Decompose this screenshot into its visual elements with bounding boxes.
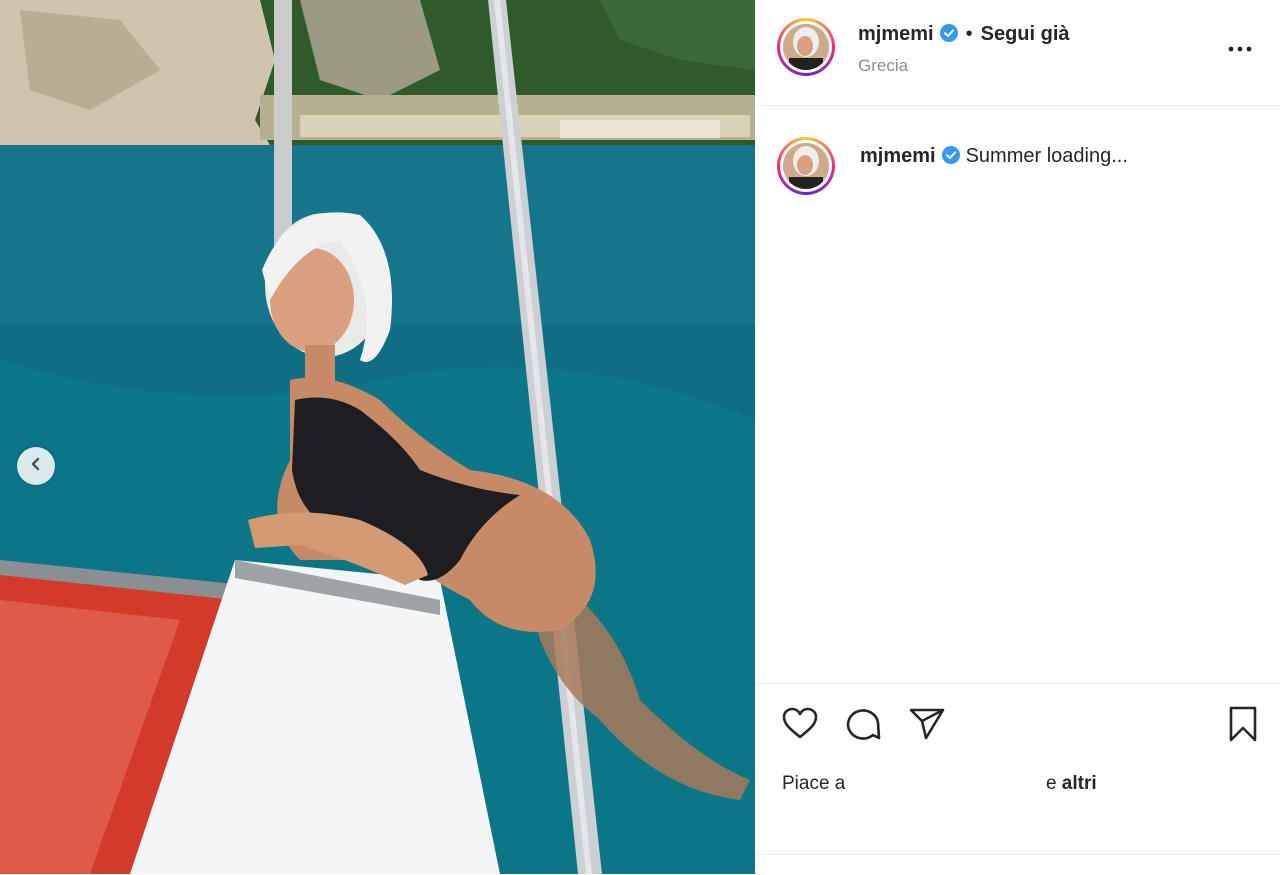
post-side-panel: mjmemi • Segui già Grecia mjmemi Summer loa… bbox=[755, 0, 1280, 874]
like-button[interactable] bbox=[780, 704, 820, 744]
post-header: mjmemi • Segui già Grecia bbox=[755, 0, 1280, 106]
bookmark-icon bbox=[1223, 706, 1263, 748]
likes-middle: e bbox=[1045, 773, 1057, 794]
follow-status-button[interactable]: Segui già bbox=[981, 23, 1070, 45]
verified-badge-icon bbox=[939, 24, 958, 42]
heart-icon bbox=[780, 707, 820, 748]
more-options-icon bbox=[1225, 46, 1255, 66]
post-actions: Piace a e altri bbox=[755, 683, 1280, 875]
photo-image bbox=[0, 0, 755, 874]
previous-image-button[interactable] bbox=[17, 447, 55, 485]
avatar bbox=[783, 24, 829, 70]
separator-dot: • bbox=[965, 23, 973, 45]
chevron-left-icon bbox=[29, 457, 43, 476]
save-button[interactable] bbox=[1223, 704, 1263, 744]
more-options-button[interactable] bbox=[1225, 32, 1255, 62]
likes-prefix: Piace a bbox=[782, 773, 846, 794]
avatar bbox=[783, 143, 829, 189]
likes-others-link[interactable]: altri bbox=[1062, 773, 1097, 794]
caption-avatar[interactable] bbox=[777, 137, 835, 195]
author-username[interactable]: mjmemi bbox=[858, 23, 934, 45]
verified-badge-icon bbox=[941, 146, 960, 164]
likes-summary[interactable]: Piace a e altri bbox=[782, 773, 1097, 795]
comment-button[interactable] bbox=[844, 704, 884, 744]
share-icon bbox=[907, 708, 947, 748]
share-button[interactable] bbox=[907, 704, 947, 744]
comment-icon bbox=[844, 709, 884, 748]
post-location[interactable]: Grecia bbox=[858, 56, 908, 76]
caption-text: Summer loading... bbox=[965, 145, 1128, 167]
author-avatar[interactable] bbox=[777, 18, 835, 76]
divider bbox=[755, 854, 1280, 855]
caption-username[interactable]: mjmemi bbox=[860, 145, 936, 167]
post-photo[interactable] bbox=[0, 0, 755, 874]
